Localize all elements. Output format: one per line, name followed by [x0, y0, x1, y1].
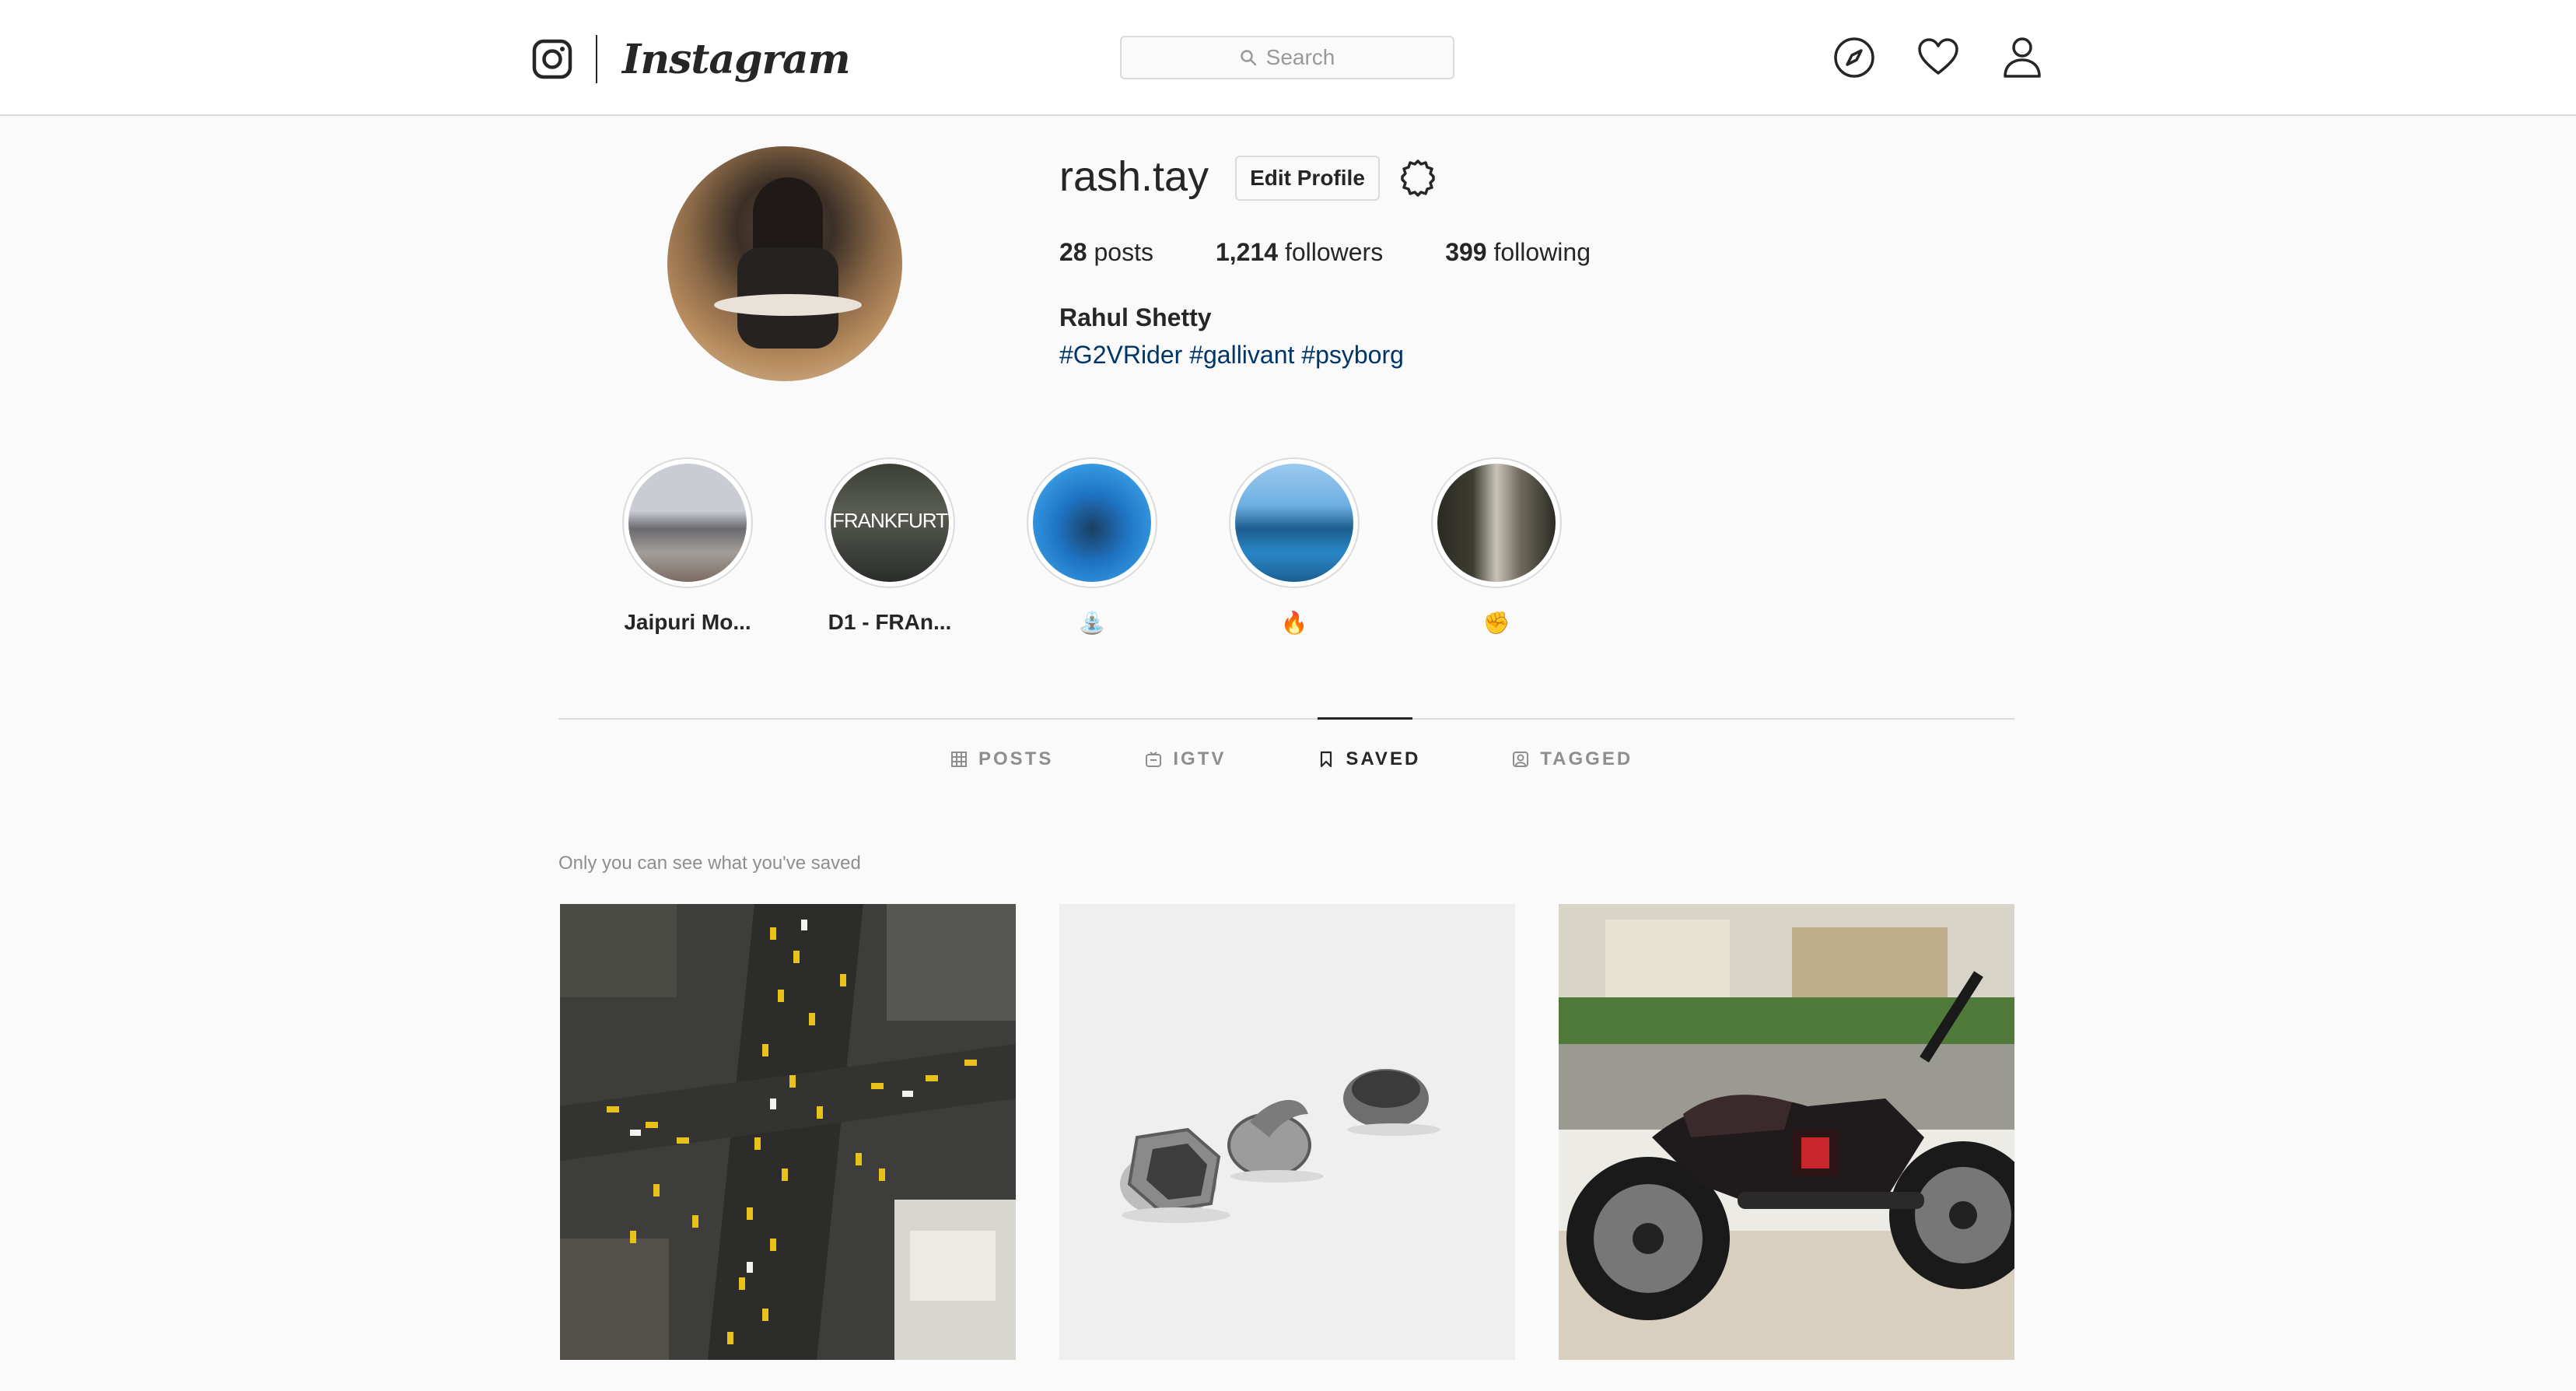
- heart-icon[interactable]: [1916, 36, 1960, 79]
- saved-privacy-note: Only you can see what you've saved: [558, 853, 861, 874]
- posts-count: 28: [1059, 238, 1087, 266]
- settings-gear-icon[interactable]: [1397, 157, 1439, 199]
- user-icon[interactable]: [2000, 36, 2044, 79]
- top-nav: Instagram Search: [0, 0, 2576, 116]
- highlight-label: 🔥: [1280, 611, 1308, 635]
- tab-label: SAVED: [1346, 748, 1421, 769]
- tagged-user-icon: [1513, 752, 1529, 767]
- highlight-item[interactable]: FRANKFURT D1 - FRAn...: [812, 457, 968, 636]
- highlight-item[interactable]: 🔥: [1216, 457, 1372, 636]
- highlight-label: Jaipuri Mo...: [624, 610, 751, 634]
- profile-full-name: Rahul Shetty: [1059, 303, 1212, 331]
- highlight-cover-image: [1033, 464, 1151, 582]
- bookmark-icon: [1321, 751, 1332, 768]
- brand-wordmark[interactable]: Instagram: [622, 36, 851, 83]
- highlight-item[interactable]: ⛲: [1014, 457, 1170, 636]
- highlight-cover-image: [628, 464, 747, 582]
- profile-tabs: POSTS IGTV SAVED TAGGED: [950, 748, 1633, 770]
- custom-motorcycle-image: [1559, 904, 2014, 1360]
- saved-post-tile[interactable]: [560, 904, 1016, 1360]
- nav-icons: [1832, 36, 2044, 79]
- brand-divider: [596, 35, 597, 83]
- active-tab-indicator: [1318, 717, 1412, 720]
- highlight-label: D1 - FRAn...: [828, 610, 952, 634]
- followers-count: 1,214: [1215, 238, 1279, 266]
- highlight-ring: [1229, 457, 1360, 588]
- tab-label: POSTS: [978, 748, 1054, 769]
- grid-icon: [951, 752, 967, 767]
- search-icon: [1240, 50, 1256, 66]
- instagram-logo-icon[interactable]: [532, 39, 572, 79]
- search-placeholder: Search: [1265, 45, 1335, 69]
- profile-avatar[interactable]: [667, 146, 902, 381]
- highlight-cover-image: FRANKFURT: [831, 464, 949, 582]
- igtv-icon: [1146, 752, 1162, 767]
- highlight-item[interactable]: ✊: [1419, 457, 1574, 636]
- highlight-cover-image: [1437, 464, 1556, 582]
- highlight-item[interactable]: Jaipuri Mo...: [610, 457, 765, 636]
- tabs-divider: [558, 718, 2014, 720]
- edit-profile-button[interactable]: Edit Profile: [1235, 156, 1380, 201]
- tab-posts[interactable]: POSTS: [950, 748, 1053, 770]
- avatar-figure-table: [714, 294, 862, 316]
- following-count: 399: [1445, 238, 1487, 266]
- profile-stats: 28 posts 1,214 followers 399 following: [1059, 238, 1653, 267]
- highlight-cover-image: [1235, 464, 1353, 582]
- highlight-ring: [1027, 457, 1157, 588]
- brand[interactable]: Instagram: [532, 34, 851, 84]
- profile-bio-hashtags[interactable]: #G2VRider #gallivant #psyborg: [1059, 341, 1404, 370]
- tab-label: IGTV: [1173, 748, 1227, 769]
- highlight-label: ⛲: [1078, 611, 1106, 635]
- saved-post-tile[interactable]: [1559, 904, 2014, 1360]
- saved-posts-grid: [560, 904, 2014, 1360]
- tab-igtv[interactable]: IGTV: [1145, 748, 1226, 770]
- profile-username: rash.tay: [1059, 153, 1209, 200]
- tab-tagged[interactable]: TAGGED: [1512, 748, 1633, 770]
- compass-icon[interactable]: [1832, 36, 1876, 79]
- saved-post-tile[interactable]: [1059, 904, 1515, 1360]
- story-highlights: Jaipuri Mo... FRANKFURT D1 - FRAn... ⛲ 🔥…: [610, 457, 1621, 636]
- tab-saved[interactable]: SAVED: [1318, 748, 1420, 770]
- search-input[interactable]: Search: [1120, 36, 1454, 79]
- highlight-ring: FRANKFURT: [824, 457, 955, 588]
- aerial-traffic-image: [560, 904, 1016, 1360]
- highlight-cover-text: FRANKFURT: [832, 509, 948, 532]
- highlight-ring: [622, 457, 753, 588]
- silver-rings-image: [1059, 904, 1515, 1360]
- followers-label: followers: [1284, 238, 1384, 266]
- posts-stat: 28 posts: [1059, 238, 1153, 267]
- tab-label: TAGGED: [1540, 748, 1633, 769]
- followers-stat[interactable]: 1,214 followers: [1216, 238, 1383, 267]
- highlight-label: ✊: [1482, 611, 1510, 635]
- following-label: following: [1493, 238, 1591, 266]
- posts-label: posts: [1094, 238, 1153, 266]
- following-stat[interactable]: 399 following: [1445, 238, 1591, 267]
- highlight-ring: [1431, 457, 1562, 588]
